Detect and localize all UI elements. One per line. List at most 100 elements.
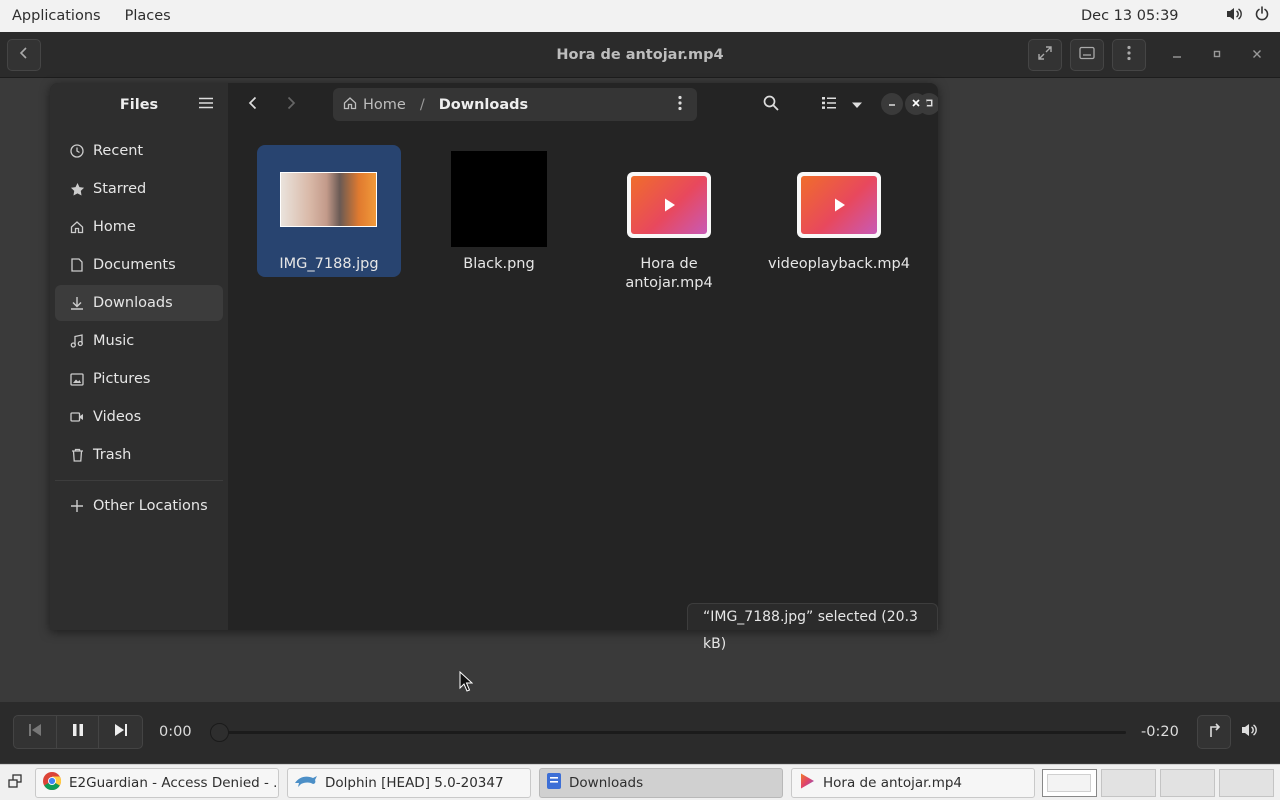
sidebar-item-label: Starred (93, 181, 147, 197)
workspace-1[interactable] (1042, 769, 1097, 797)
view-list-button[interactable] (816, 92, 842, 118)
sidebar-item-videos[interactable]: Videos (55, 399, 223, 435)
view-options-button[interactable] (844, 92, 870, 118)
breadcrumb-separator: / (419, 96, 425, 113)
player-minimize-button[interactable] (1166, 44, 1188, 66)
volume-button[interactable] (1236, 717, 1264, 747)
workspace-2[interactable] (1101, 769, 1156, 797)
picture-icon (69, 371, 85, 387)
top-panel: Applications Places Dec 13 05:39 (0, 0, 1280, 32)
path-bar: Home / Downloads (333, 88, 697, 121)
sidebar-item-label: Trash (93, 447, 132, 463)
sidebar-item-pictures[interactable]: Pictures (55, 361, 223, 397)
player-controls: 0:00 -0:20 (0, 702, 1280, 763)
pause-button[interactable] (57, 716, 100, 748)
playback-button-group (13, 715, 143, 749)
clock-icon (69, 143, 85, 159)
breadcrumb-current[interactable]: Downloads (439, 97, 528, 113)
file-item-hora-de-antojar[interactable]: Hora de antojar.mp4 (597, 145, 741, 291)
sidebar-item-trash[interactable]: Trash (55, 437, 223, 473)
file-name-line-2: antojar.mp4 (625, 275, 713, 291)
player-close-button[interactable] (1246, 44, 1268, 66)
list-view-icon (821, 96, 837, 114)
search-icon (763, 95, 779, 115)
files-close-button[interactable] (905, 93, 927, 115)
download-icon (69, 295, 85, 311)
task-dolphin[interactable]: Dolphin [HEAD] 5.0-20347 (287, 768, 531, 798)
task-label: Dolphin [HEAD] 5.0-20347 (325, 775, 504, 791)
player-maximize-button[interactable] (1206, 44, 1228, 66)
workspace-3[interactable] (1160, 769, 1215, 797)
document-icon (69, 257, 85, 273)
plus-icon (69, 498, 85, 514)
window-switch-icon (7, 773, 23, 793)
breadcrumb-home-label: Home (363, 96, 406, 113)
video-file-icon (627, 172, 711, 238)
subtitles-button[interactable] (1070, 39, 1104, 71)
file-item-img-7188[interactable]: IMG_7188.jpg (257, 145, 401, 277)
file-name: Hora de antojar.mp4 (597, 255, 741, 293)
system-tray[interactable] (1226, 0, 1270, 32)
breadcrumb-home[interactable]: Home (343, 96, 406, 114)
hamburger-menu-icon (199, 97, 213, 113)
minimize-icon (887, 96, 897, 112)
file-item-black-png[interactable]: Black.png (427, 145, 571, 277)
applications-menu[interactable]: Applications (0, 0, 113, 32)
workspace-4[interactable] (1219, 769, 1274, 797)
pause-icon (72, 723, 84, 741)
power-icon[interactable] (1254, 6, 1270, 26)
volume-icon[interactable] (1226, 6, 1242, 26)
sidebar-item-label: Downloads (93, 295, 173, 311)
sidebar-item-home[interactable]: Home (55, 209, 223, 245)
player-back-button[interactable] (7, 39, 41, 71)
sidebar-item-starred[interactable]: Starred (55, 171, 223, 207)
time-remaining: -0:20 (1141, 724, 1179, 740)
sidebar-divider (55, 480, 223, 481)
sidebar-item-recent[interactable]: Recent (55, 133, 223, 169)
file-item-videoplayback[interactable]: videoplayback.mp4 (767, 145, 911, 277)
close-icon (911, 96, 921, 112)
home-icon (343, 96, 357, 114)
seek-handle[interactable] (210, 723, 229, 742)
places-menu[interactable]: Places (113, 0, 183, 32)
sidebar-item-label: Recent (93, 143, 144, 159)
rotate-icon (1207, 722, 1221, 742)
image-thumbnail (280, 172, 377, 227)
sidebar-header: Files (50, 83, 228, 127)
skip-next-icon (114, 723, 128, 741)
task-downloads[interactable]: Downloads (539, 768, 783, 798)
skip-next-button[interactable] (99, 716, 142, 748)
video-icon (69, 409, 85, 425)
back-button[interactable] (240, 92, 266, 118)
task-video-player[interactable]: Hora de antojar.mp4 (791, 768, 1035, 798)
clock[interactable]: Dec 13 05:39 (1081, 0, 1179, 32)
task-label: Downloads (569, 775, 644, 791)
show-desktop-button[interactable] (2, 770, 28, 796)
rotate-button[interactable] (1197, 715, 1231, 749)
folder-menu-button[interactable] (671, 95, 689, 115)
trash-icon (69, 447, 85, 463)
taskbar: E2Guardian - Access Denied - ... Dolphin… (0, 764, 1280, 800)
skip-previous-button[interactable] (14, 716, 57, 748)
sidebar-item-other-locations[interactable]: Other Locations (55, 488, 223, 524)
files-toolbar: Home / Downloads (228, 83, 938, 127)
task-label: Hora de antojar.mp4 (823, 775, 963, 791)
files-minimize-button[interactable] (881, 93, 903, 115)
home-icon (69, 219, 85, 235)
player-menu-button[interactable] (1112, 39, 1146, 71)
player-header-bar: Hora de antojar.mp4 (0, 32, 1280, 78)
sidebar-item-downloads[interactable]: Downloads (55, 285, 223, 321)
forward-button[interactable] (278, 92, 304, 118)
seek-bar[interactable] (212, 731, 1126, 734)
files-main-area: Home / Downloads IMG_7188.jpg Black.png … (228, 83, 938, 630)
fullscreen-button[interactable] (1028, 39, 1062, 71)
task-chrome[interactable]: E2Guardian - Access Denied - ... (35, 768, 279, 798)
sidebar-item-label: Pictures (93, 371, 151, 387)
star-icon (69, 181, 85, 197)
search-button[interactable] (758, 92, 784, 118)
sidebar-item-music[interactable]: Music (55, 323, 223, 359)
sidebar-item-label: Other Locations (93, 498, 208, 514)
sidebar-item-documents[interactable]: Documents (55, 247, 223, 283)
main-menu-button[interactable] (196, 95, 216, 115)
sidebar-item-label: Music (93, 333, 135, 349)
